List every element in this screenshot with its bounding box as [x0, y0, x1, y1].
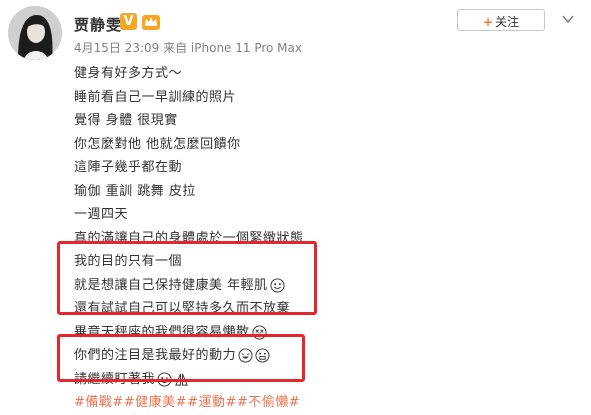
chevron-down-icon[interactable]	[561, 12, 575, 26]
follow-button[interactable]: + 关注	[457, 9, 545, 31]
crown-icon	[142, 15, 160, 30]
post-line: 你怎麼對他 他就怎麼回饋你	[74, 136, 241, 152]
post-line: 覺得 身體 很現實	[74, 113, 178, 128]
follow-label: 关注	[495, 15, 520, 29]
avatar[interactable]	[8, 6, 62, 60]
post-line: 睡前看自己一早訓練的照片	[74, 89, 237, 105]
hashtags[interactable]: #備戰##健康美##運動##不偷懶#	[74, 391, 304, 415]
post-line: 瑜伽 重訓 跳舞 皮拉	[74, 183, 196, 199]
highlight-box-2	[57, 334, 305, 382]
post-meta: 4月15日 23:09 来自 iPhone 11 Pro Max	[74, 41, 302, 55]
highlight-box-1	[57, 241, 317, 315]
post-line: 健身有好多方式～	[74, 66, 183, 81]
plus-icon: +	[482, 15, 494, 29]
post-line: 這陣子幾乎都在動	[74, 160, 183, 175]
user-name[interactable]: 贾静雯	[74, 14, 122, 35]
post-line: 一週四天	[74, 207, 129, 222]
avatar-photo	[8, 6, 62, 60]
verified-badge-icon: V	[120, 13, 137, 30]
